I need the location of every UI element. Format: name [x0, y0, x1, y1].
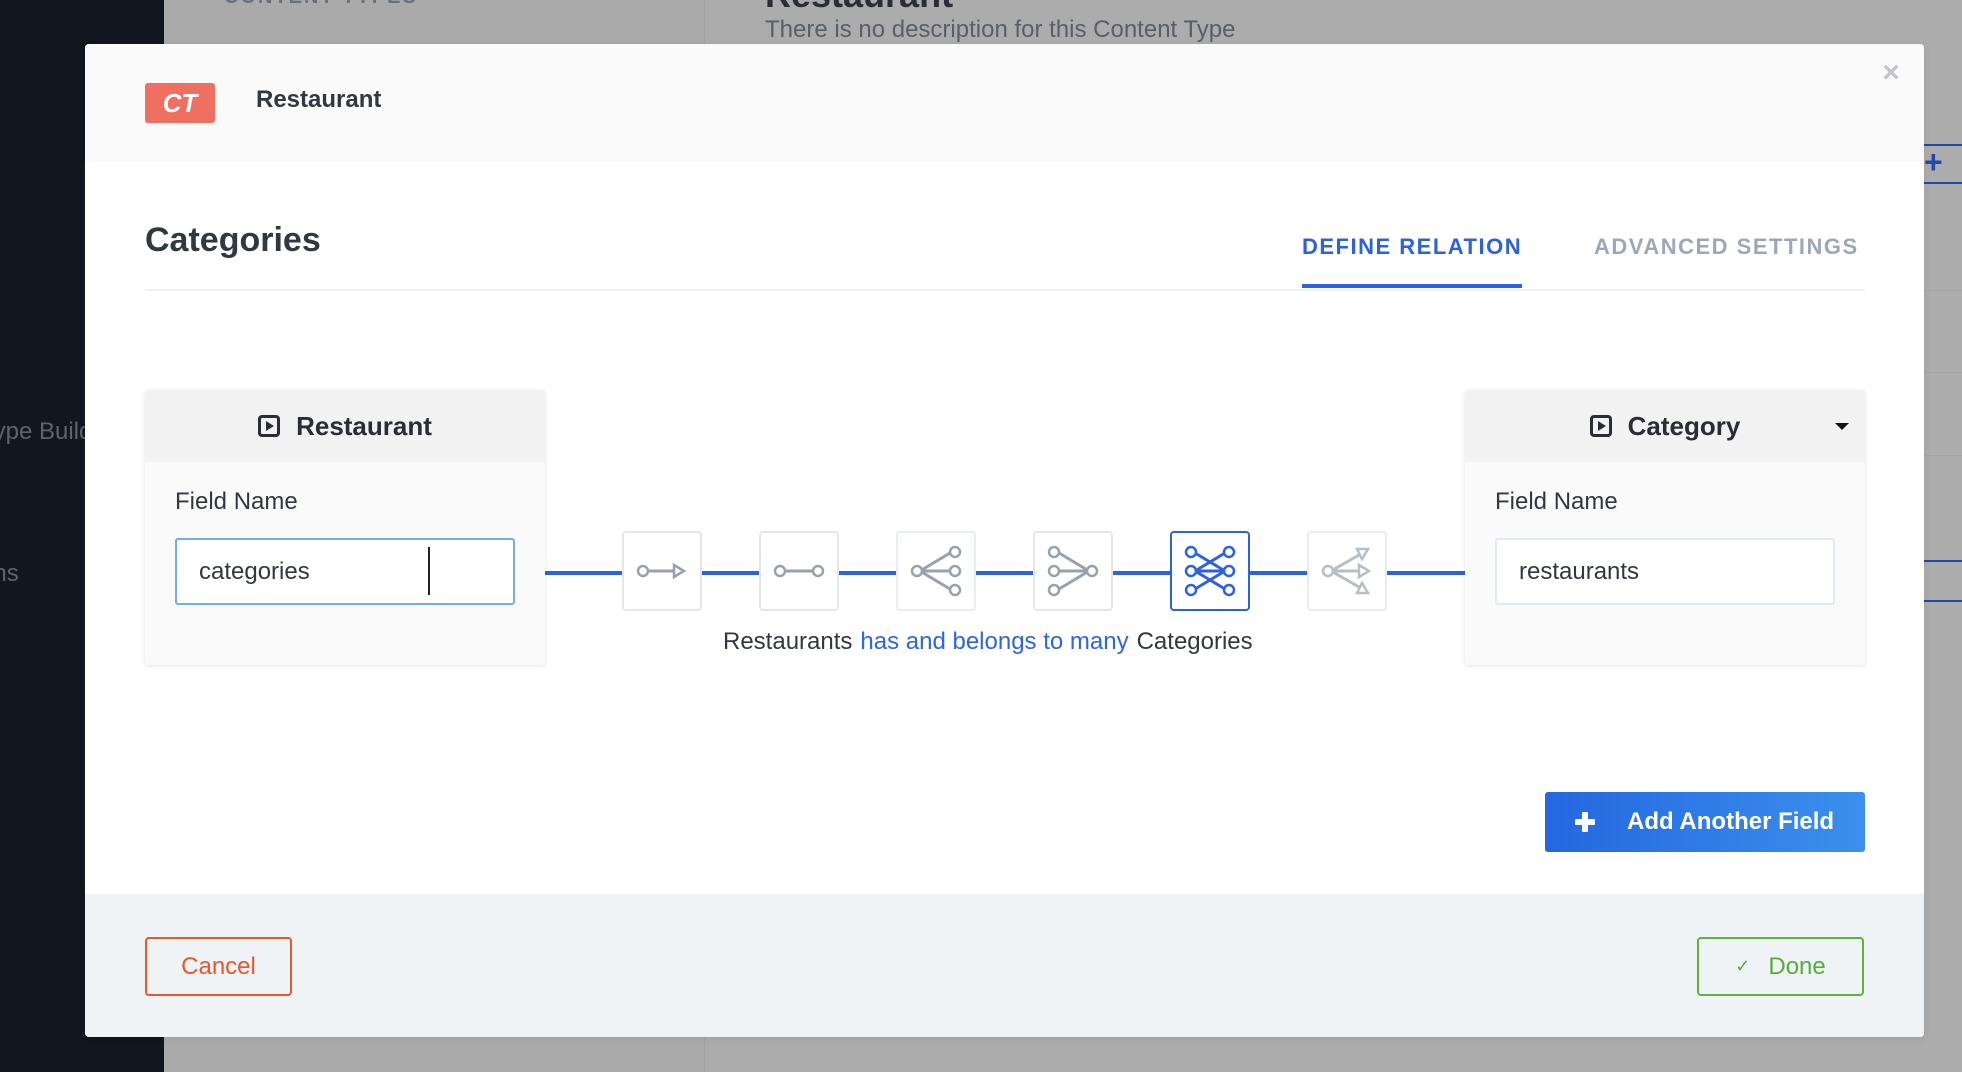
- relation-one-to-many-button[interactable]: [896, 531, 976, 611]
- relation-many-to-one-button[interactable]: [1033, 531, 1113, 611]
- background-field-list: +: [1924, 0, 1962, 1072]
- check-icon: ✓: [1735, 956, 1751, 976]
- content-type-title: Restaurant: [765, 0, 953, 16]
- content-type-icon: [258, 415, 281, 437]
- cancel-button[interactable]: Cancel: [145, 937, 292, 996]
- relation-many-way-button[interactable]: [1307, 531, 1387, 611]
- tab-define-relation[interactable]: Define Relation: [1302, 234, 1523, 288]
- add-button-border-bottom: [1924, 182, 1962, 184]
- one-way-icon: [636, 562, 687, 580]
- relation-description: Restaurants has and belongs to many Catego…: [723, 628, 1253, 656]
- content-types-heading: CONTENT TYPES: [224, 0, 418, 9]
- tabs-divider: [145, 289, 1865, 291]
- modal-footer: Cancel ✓ Done: [85, 894, 1924, 1037]
- done-label: Done: [1768, 952, 1826, 980]
- relation-left-name: Restaurants: [723, 628, 853, 655]
- source-field-name-input[interactable]: [175, 538, 515, 605]
- many-to-many-icon: [1184, 545, 1236, 597]
- plus-icon: [1575, 812, 1595, 832]
- section-heading: Categories: [145, 221, 321, 259]
- row-divider: [1924, 455, 1962, 456]
- field-name-label: Field Name: [1495, 488, 1618, 515]
- relation-one-to-one-button[interactable]: [759, 531, 839, 611]
- relation-modal: CT Restaurant × Categories Define Relati…: [85, 44, 1924, 1037]
- content-type-description: There is no description for this Content…: [765, 16, 1236, 43]
- row-highlight-bottom: [1924, 600, 1962, 602]
- caret-down-icon[interactable]: [1835, 423, 1849, 430]
- add-another-field-button[interactable]: Add Another Field: [1545, 792, 1865, 852]
- text-cursor: [428, 547, 430, 595]
- source-content-type-name: Restaurant: [296, 410, 432, 441]
- row-divider: [1924, 290, 1962, 291]
- one-to-one-icon: [773, 564, 825, 578]
- modal-header: CT Restaurant ×: [85, 44, 1924, 162]
- many-to-one-icon: [1047, 545, 1099, 597]
- plus-icon[interactable]: +: [1924, 146, 1943, 178]
- sidebar-item-plugins[interactable]: Plugins: [0, 560, 19, 588]
- card-header: Restaurant: [145, 390, 545, 462]
- target-content-type-name: Category: [1627, 410, 1741, 441]
- add-another-field-label: Add Another Field: [1627, 808, 1835, 835]
- relation-right-name: Categories: [1136, 628, 1253, 655]
- tab-advanced-settings[interactable]: Advanced Settings: [1594, 234, 1859, 280]
- relation-verb: has and belongs to many: [860, 628, 1129, 655]
- modal-title: Restaurant: [256, 86, 382, 113]
- content-type-badge: CT: [145, 83, 215, 123]
- row-highlight-top: [1924, 560, 1962, 562]
- source-content-type-card: Restaurant Field Name: [145, 390, 545, 665]
- close-icon[interactable]: ×: [1876, 58, 1906, 88]
- target-field-name-input[interactable]: [1495, 538, 1835, 605]
- done-button[interactable]: ✓ Done: [1697, 937, 1864, 996]
- row-divider: [1924, 372, 1962, 373]
- target-content-type-select[interactable]: Category: [1465, 390, 1865, 462]
- relation-many-to-many-button[interactable]: [1170, 531, 1250, 611]
- one-to-many-icon: [910, 545, 962, 597]
- field-name-label: Field Name: [175, 488, 298, 515]
- relation-one-way-button[interactable]: [622, 531, 702, 611]
- many-way-icon: [1321, 547, 1372, 595]
- target-content-type-card: Category Field Name: [1465, 390, 1865, 665]
- content-type-icon: [1589, 415, 1612, 437]
